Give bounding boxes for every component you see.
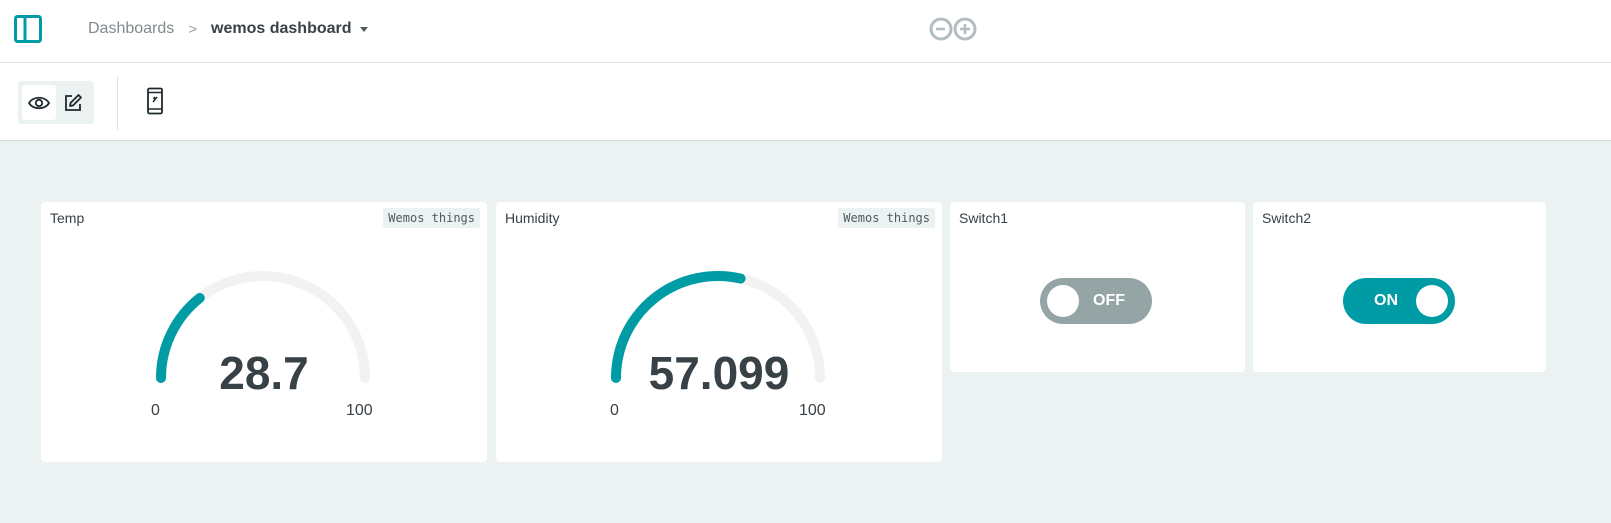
toggle-state-label: ON xyxy=(1374,292,1398,309)
temp-gauge-widget[interactable]: Temp Wemos things 28.7 0 100 xyxy=(41,202,487,462)
view-mode-button[interactable] xyxy=(22,85,56,120)
mobile-view-button[interactable] xyxy=(146,87,164,117)
gauge-max-label: 100 xyxy=(346,402,373,419)
dashboard-toolbar xyxy=(0,63,1611,141)
gauge-max-label: 100 xyxy=(799,402,826,419)
toolbar-divider xyxy=(117,76,118,130)
breadcrumb: Dashboards > wemos dashboard xyxy=(88,17,368,41)
gauge-value: 57.099 xyxy=(648,347,790,399)
arduino-logo xyxy=(928,16,980,47)
toggle-knob xyxy=(1416,285,1448,317)
switch1-widget: Switch1 OFF xyxy=(950,202,1245,372)
toggle-knob xyxy=(1047,285,1079,317)
gauge-min-label: 0 xyxy=(610,402,619,419)
mobile-device-icon xyxy=(147,87,163,115)
view-mode-toggle-group xyxy=(18,81,94,124)
eye-icon xyxy=(28,96,50,109)
switch2-widget: Switch2 ON xyxy=(1253,202,1546,372)
breadcrumb-separator: > xyxy=(188,20,198,38)
widget-title: Switch1 xyxy=(959,210,1009,226)
dashboard-name[interactable]: wemos dashboard xyxy=(211,20,351,38)
switch1-toggle[interactable]: OFF xyxy=(1040,278,1152,324)
top-bar: Dashboards > wemos dashboard xyxy=(0,0,1611,63)
gauge-value: 28.7 xyxy=(219,347,309,399)
toggle-state-label: OFF xyxy=(1093,292,1125,309)
gauge-min-label: 0 xyxy=(151,402,160,419)
chevron-down-icon[interactable] xyxy=(359,26,368,32)
breadcrumb-dashboards-link[interactable]: Dashboards xyxy=(88,20,174,38)
pencil-icon xyxy=(65,93,82,111)
gauge-arc xyxy=(156,271,370,383)
sidebar-toggle-icon[interactable] xyxy=(14,15,42,43)
widget-title: Switch2 xyxy=(1262,210,1312,226)
humidity-gauge-widget[interactable]: Humidity Wemos things 57.099 0 100 xyxy=(496,202,942,462)
gauge-arc xyxy=(611,271,825,383)
edit-mode-button[interactable] xyxy=(56,85,90,120)
switch2-toggle[interactable]: ON xyxy=(1343,278,1455,324)
